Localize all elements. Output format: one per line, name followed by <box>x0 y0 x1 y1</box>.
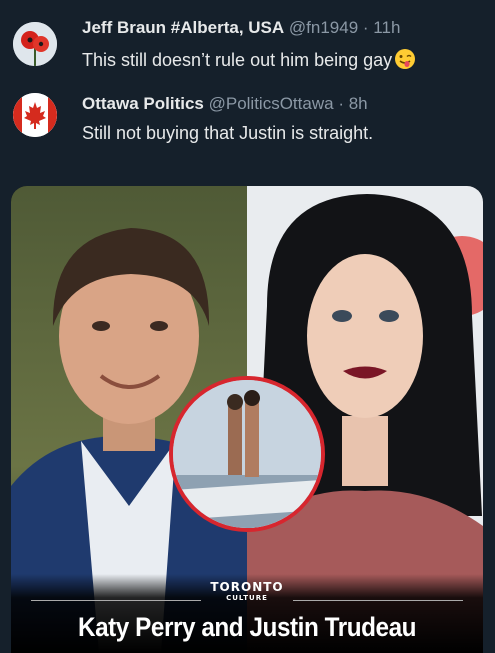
author-name[interactable]: Ottawa Politics <box>82 94 204 113</box>
boat-photo-image <box>173 380 321 528</box>
logo-top-text: TORONTO <box>210 580 284 594</box>
poppy-avatar-icon <box>13 22 57 66</box>
author-handle[interactable]: @PoliticsOttawa <box>209 94 334 113</box>
tweet-header: Ottawa Politics @PoliticsOttawa · 8h <box>82 94 368 114</box>
tweet-1[interactable]: Jeff Braun #Alberta, USA @fn1949 · 11h T… <box>0 0 495 80</box>
timestamp[interactable]: · 8h <box>338 94 367 113</box>
winking-tongue-emoji-icon <box>394 48 416 75</box>
timestamp[interactable]: · 11h <box>363 18 401 37</box>
maple-leaf-avatar-icon <box>13 93 57 137</box>
avatar[interactable] <box>13 22 57 66</box>
tweet-2[interactable]: Ottawa Politics @PoliticsOttawa · 8h Sti… <box>0 80 495 180</box>
logo-bottom-text: CULTURE <box>226 594 268 602</box>
toronto-culture-logo: TORONTO CULTURE <box>11 580 483 603</box>
tweet-text: Still not buying that Justin is straight… <box>82 123 374 143</box>
tweet-text: This still doesn’t rule out him being ga… <box>82 48 416 75</box>
inset-circle-photo <box>169 376 325 532</box>
image-headline: Katy Perry and Justin Trudeau <box>77 612 417 642</box>
tweet-media-image[interactable]: TORONTO CULTURE Katy Perry and Justin Tr… <box>11 186 483 653</box>
author-handle[interactable]: @fn1949 <box>289 18 358 37</box>
avatar[interactable] <box>13 93 57 137</box>
author-name[interactable]: Jeff Braun #Alberta, USA <box>82 18 284 37</box>
tweet-header: Jeff Braun #Alberta, USA @fn1949 · 11h <box>82 18 400 38</box>
tweet-text-content: This still doesn’t rule out him being ga… <box>82 50 393 70</box>
